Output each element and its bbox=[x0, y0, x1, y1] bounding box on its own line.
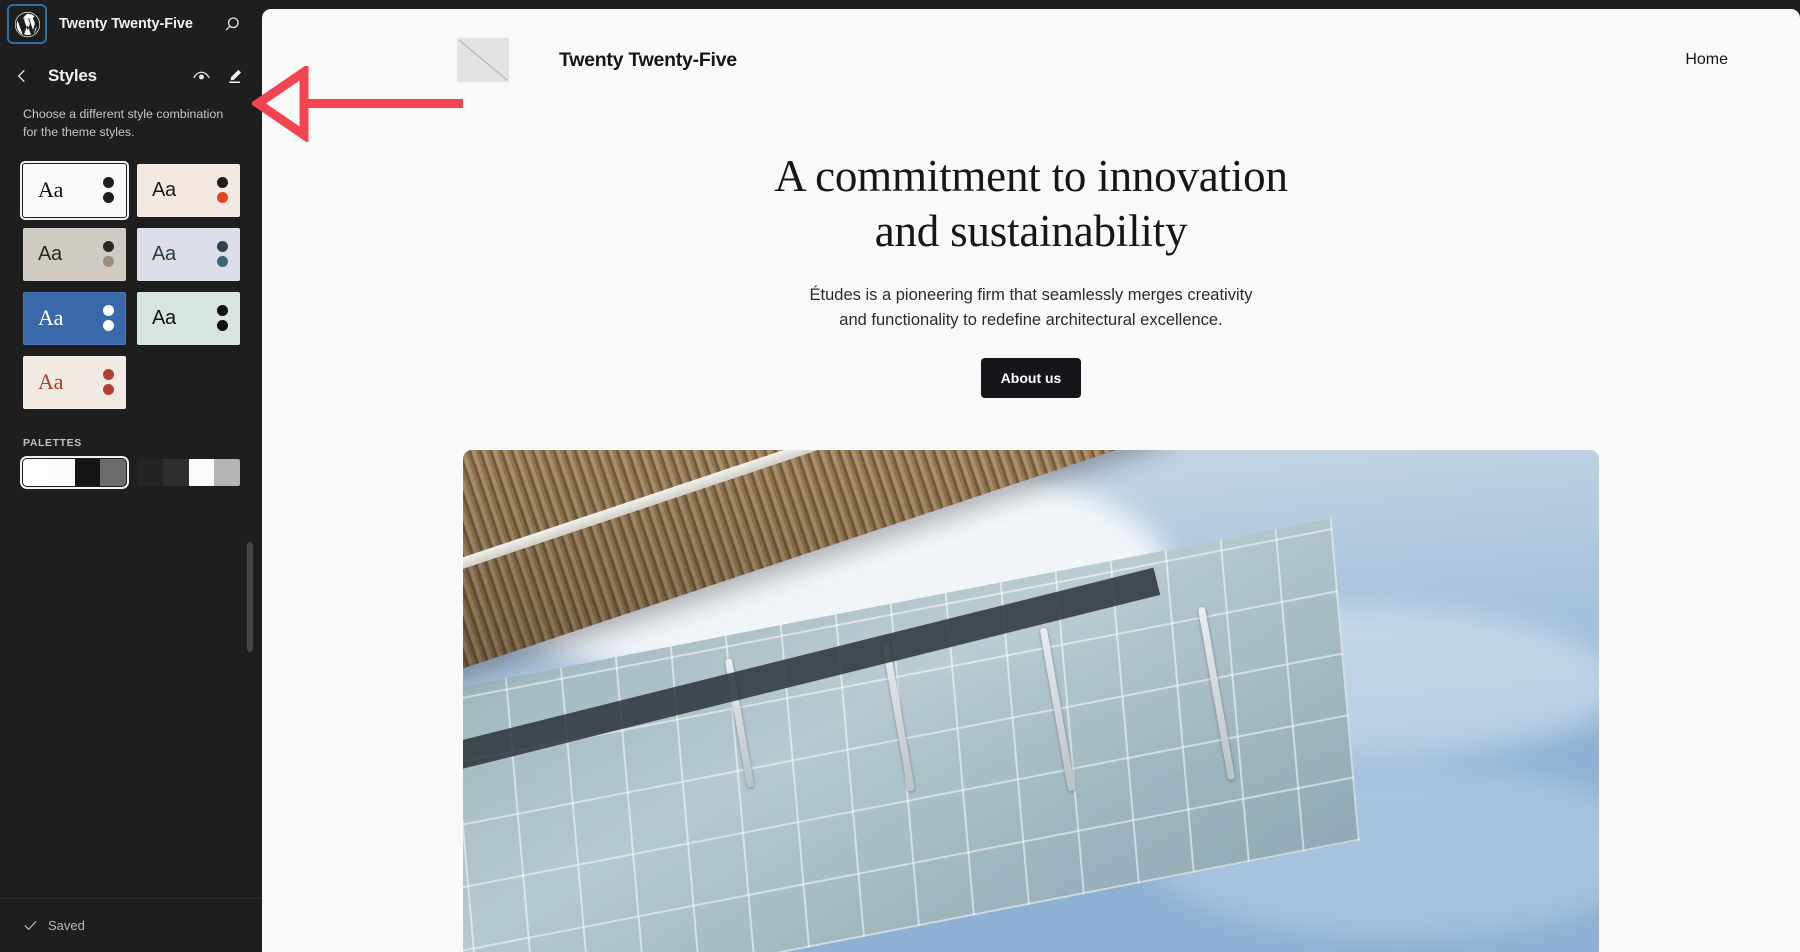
variation-color-dots bbox=[103, 241, 114, 268]
variation-color-dots bbox=[217, 241, 228, 268]
search-icon-button[interactable] bbox=[220, 10, 248, 38]
variation-typography-sample: Aa bbox=[38, 369, 64, 395]
edit-styles-button[interactable] bbox=[220, 62, 248, 90]
variation-color-dots bbox=[103, 305, 114, 332]
wordpress-logo-button[interactable] bbox=[9, 6, 45, 42]
canvas-site-title: Twenty Twenty-Five bbox=[559, 48, 737, 71]
style-variation-1[interactable]: Aa bbox=[20, 160, 129, 220]
site-navigation: Home bbox=[1685, 51, 1728, 69]
hero-section: A commitment to innovation and sustainabi… bbox=[262, 87, 1800, 952]
sidebar-footer: Saved bbox=[0, 898, 262, 952]
styles-panel-header: Styles bbox=[0, 48, 262, 102]
site-editor-window: Twenty Twenty-Five Styles Choose a diffe… bbox=[0, 0, 1800, 952]
variation-color-dot bbox=[217, 305, 228, 317]
hero-heading-line-2: and sustainability bbox=[874, 205, 1188, 256]
variation-color-dot bbox=[217, 177, 228, 189]
site-header: Twenty Twenty-Five Home bbox=[262, 9, 1800, 87]
variation-color-dots bbox=[217, 177, 228, 204]
style-variation-7[interactable]: Aa bbox=[23, 355, 126, 409]
hero-paragraph: Études is a pioneering firm that seamles… bbox=[809, 285, 1253, 330]
style-variation-2[interactable]: Aa bbox=[137, 163, 240, 217]
palette-color bbox=[74, 458, 101, 486]
variation-color-dots bbox=[217, 305, 228, 332]
style-variation-3[interactable]: Aa bbox=[23, 227, 126, 281]
variation-color-dot bbox=[103, 369, 114, 381]
styles-panel-body: Choose a different style combination for… bbox=[0, 102, 262, 898]
variation-typography-sample: Aa bbox=[152, 307, 176, 330]
style-variation-4[interactable]: Aa bbox=[137, 227, 240, 281]
variation-color-dots bbox=[103, 177, 114, 204]
chevron-left-icon bbox=[17, 70, 25, 82]
style-variations-grid: Aa Aa Aa Aa Aa Aa Aa bbox=[0, 142, 262, 409]
palette-color bbox=[48, 458, 75, 486]
eye-icon bbox=[192, 71, 210, 79]
style-variation-5[interactable]: Aa bbox=[23, 291, 126, 345]
back-button[interactable] bbox=[8, 62, 36, 90]
palette-swatch-2[interactable] bbox=[137, 458, 240, 486]
sidebar-scrollbar-thumb[interactable] bbox=[247, 542, 253, 652]
save-status-button[interactable]: Saved bbox=[22, 917, 85, 934]
editor-sidebar: Twenty Twenty-Five Styles Choose a diffe… bbox=[0, 0, 262, 952]
panel-header-actions bbox=[187, 62, 248, 90]
palettes-grid bbox=[0, 449, 262, 489]
site-logo-placeholder[interactable] bbox=[457, 38, 509, 82]
style-book-preview-button[interactable] bbox=[187, 62, 215, 90]
palette-color bbox=[137, 458, 163, 486]
variation-color-dot bbox=[217, 256, 228, 268]
nav-link-home[interactable]: Home bbox=[1685, 51, 1728, 69]
variation-color-dots bbox=[103, 369, 114, 396]
panel-title: Styles bbox=[48, 66, 97, 85]
palette-color bbox=[23, 458, 49, 486]
site-preview-canvas[interactable]: Twenty Twenty-Five Home A commitment to … bbox=[262, 9, 1800, 952]
palette-color bbox=[214, 458, 240, 486]
variation-typography-sample: Aa bbox=[152, 243, 176, 266]
style-variation-6[interactable]: Aa bbox=[137, 291, 240, 345]
variation-color-dot bbox=[217, 320, 228, 332]
broken-image-placeholder-icon bbox=[458, 39, 508, 81]
hero-heading: A commitment to innovation and sustainabi… bbox=[711, 149, 1351, 259]
variation-typography-sample: Aa bbox=[38, 305, 64, 331]
search-icon bbox=[225, 16, 239, 30]
palette-color bbox=[162, 458, 189, 486]
variation-typography-sample: Aa bbox=[38, 177, 64, 203]
about-us-button[interactable]: About us bbox=[980, 357, 1082, 398]
variation-color-dot bbox=[103, 305, 114, 317]
palette-swatch-1[interactable] bbox=[20, 455, 129, 489]
wordpress-logo-icon bbox=[14, 11, 40, 37]
sidebar-topbar: Twenty Twenty-Five bbox=[0, 0, 262, 48]
variation-typography-sample: Aa bbox=[152, 179, 176, 202]
palette-color bbox=[100, 458, 126, 486]
hero-image[interactable] bbox=[463, 449, 1599, 952]
variation-color-dot bbox=[217, 192, 228, 204]
check-icon bbox=[24, 921, 37, 930]
pencil-icon bbox=[228, 69, 241, 83]
variation-color-dot bbox=[103, 177, 114, 189]
variation-color-dot bbox=[103, 241, 114, 253]
variation-color-dot bbox=[103, 320, 114, 332]
sidebar-site-name: Twenty Twenty-Five bbox=[59, 16, 193, 32]
panel-description: Choose a different style combination for… bbox=[23, 107, 224, 139]
variation-color-dot bbox=[103, 384, 114, 396]
palette-color bbox=[188, 458, 215, 486]
variation-color-dot bbox=[217, 241, 228, 253]
variation-color-dot bbox=[103, 256, 114, 268]
palettes-section-label: Palettes bbox=[23, 436, 82, 449]
save-status-label: Saved bbox=[48, 918, 85, 933]
variation-color-dot bbox=[103, 192, 114, 204]
hero-heading-line-1: A commitment to innovation bbox=[774, 151, 1288, 201]
variation-typography-sample: Aa bbox=[38, 243, 62, 266]
